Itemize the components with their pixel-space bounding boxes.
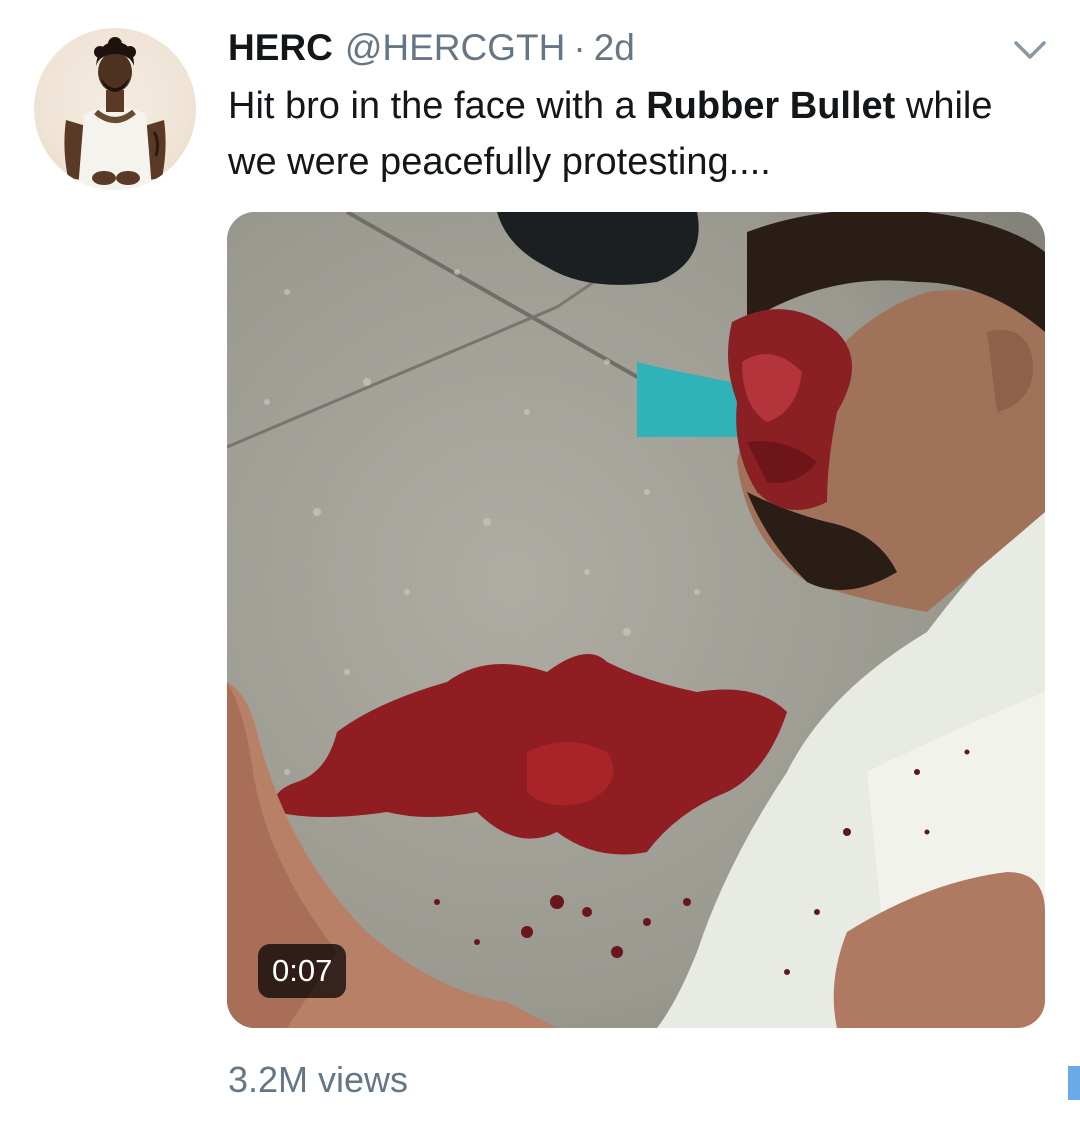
tweet: HERC @HERCGTH · 2d Hit bro in the face w… xyxy=(0,0,1080,1130)
tweet-text-part1: Hit bro in the face with a xyxy=(228,85,647,127)
timestamp[interactable]: 2d xyxy=(594,26,635,70)
author-handle[interactable]: @HERCGTH xyxy=(345,26,566,70)
tweet-text-bold: Rubber Bullet xyxy=(646,85,896,127)
scroll-indicator[interactable] xyxy=(1068,1066,1080,1100)
video-thumbnail[interactable] xyxy=(227,212,1045,1028)
author-name[interactable]: HERC xyxy=(228,26,333,70)
video-duration-badge: 0:07 xyxy=(258,944,347,998)
chevron-down-icon[interactable] xyxy=(1010,36,1050,64)
tweet-text: Hit bro in the face with a Rubber Bullet… xyxy=(228,78,1028,190)
view-count: 3.2M views xyxy=(228,1059,409,1100)
tweet-header: HERC @HERCGTH · 2d xyxy=(228,26,635,70)
separator-dot: · xyxy=(573,27,586,68)
avatar[interactable] xyxy=(34,28,196,190)
